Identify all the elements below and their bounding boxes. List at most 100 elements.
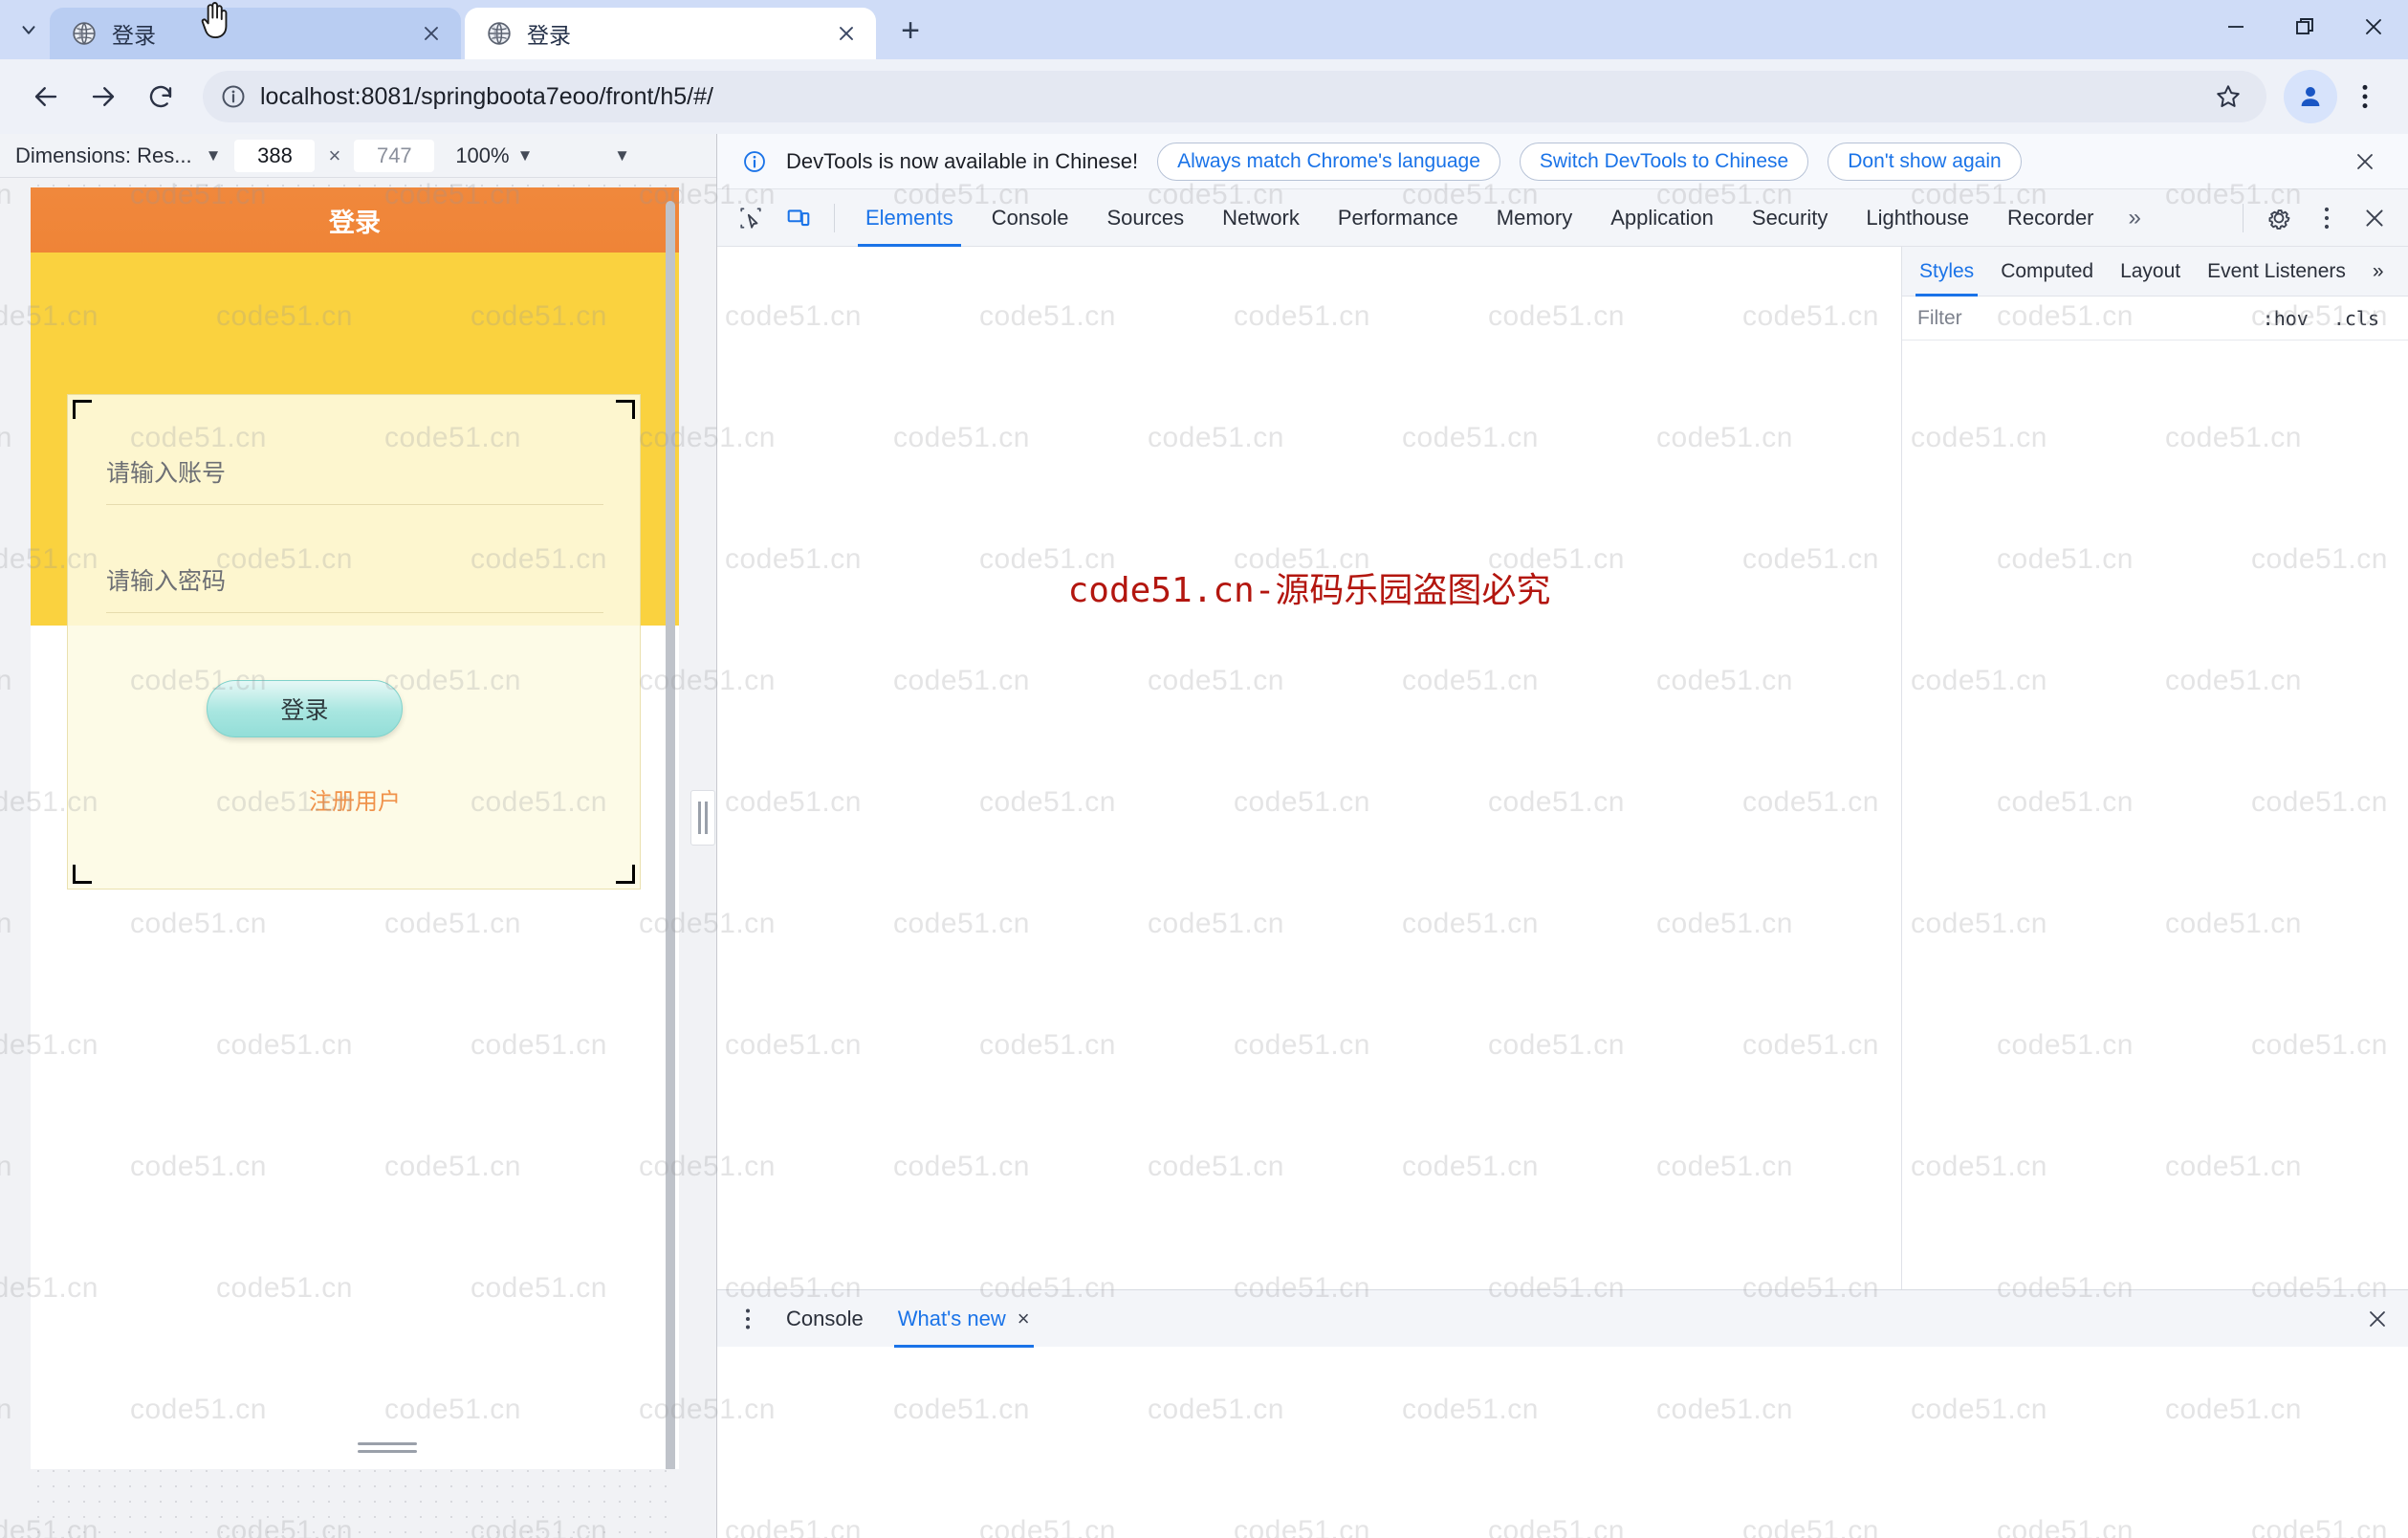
close-icon[interactable]: × xyxy=(1018,1307,1030,1331)
cls-button[interactable]: .cls xyxy=(2326,307,2387,330)
card-corner-decoration xyxy=(73,865,92,884)
minimize-icon[interactable] xyxy=(2201,0,2270,54)
device-toolbar-overflow-icon[interactable]: ▼ xyxy=(614,146,630,165)
switch-devtools-to-chinese-button[interactable]: Switch DevTools to Chinese xyxy=(1519,142,1809,181)
tab-application[interactable]: Application xyxy=(1591,189,1733,247)
main-content: Dimensions: Res... ▼ 388 × 747 100% ▼ ▼ … xyxy=(0,134,2408,1538)
tab-event-listeners[interactable]: Event Listeners xyxy=(2194,247,2359,297)
tab-security[interactable]: Security xyxy=(1733,189,1847,247)
register-user-link[interactable]: 注册用户 xyxy=(68,782,642,816)
styles-filter-row: Filter :hov .cls xyxy=(1902,297,2408,341)
tab-recorder[interactable]: Recorder xyxy=(1988,189,2112,247)
hov-button[interactable]: :hov xyxy=(2255,307,2316,330)
devtools-pane: DevTools is now available in Chinese! Al… xyxy=(717,134,2408,1538)
devtools-drawer-body xyxy=(717,1347,2408,1538)
address-bar[interactable]: localhost:8081/springboota7eoo/front/h5/… xyxy=(203,71,2266,122)
tab-strip: 登录 登录 + xyxy=(0,0,2201,59)
close-icon[interactable] xyxy=(2339,0,2408,54)
tab-title: 登录 xyxy=(527,23,571,48)
browser-window: 登录 登录 + localhost:8081/springboota7eoo/f… xyxy=(0,0,2408,1538)
device-resize-handle-bottom[interactable] xyxy=(358,1437,417,1458)
info-circle-icon[interactable] xyxy=(220,83,247,110)
tab-sources[interactable]: Sources xyxy=(1087,189,1203,247)
device-toolbar-icon[interactable] xyxy=(775,194,822,242)
device-emulation-toolbar: Dimensions: Res... ▼ 388 × 747 100% ▼ ▼ xyxy=(0,134,716,178)
login-form-card: 请输入账号 请输入密码 登录 注册用户 xyxy=(67,394,641,890)
browser-tab-1[interactable]: 登录 xyxy=(50,8,461,59)
device-viewport-wrapper: 登录 请输入账号 请输入密码 登录 注册用户 xyxy=(0,178,716,1538)
new-tab-button[interactable]: + xyxy=(887,8,933,54)
tab-memory[interactable]: Memory xyxy=(1478,189,1591,247)
tab-network[interactable]: Network xyxy=(1203,189,1319,247)
login-button[interactable]: 登录 xyxy=(207,680,403,737)
forward-arrow-icon[interactable] xyxy=(77,70,130,123)
drawer-tab-console[interactable]: Console xyxy=(769,1290,881,1348)
tab-styles[interactable]: Styles xyxy=(1906,247,1987,297)
always-match-language-button[interactable]: Always match Chrome's language xyxy=(1157,142,1500,181)
tab-lighthouse[interactable]: Lighthouse xyxy=(1847,189,1988,247)
globe-icon xyxy=(486,21,512,47)
account-input[interactable]: 请输入账号 xyxy=(106,454,603,505)
tab-title: 登录 xyxy=(112,23,156,48)
device-zoom-value: 100% xyxy=(455,143,510,167)
elements-dom-tree[interactable]: code51.cn-源码乐园盗图必究 xyxy=(717,247,1901,1289)
close-icon[interactable] xyxy=(830,17,863,50)
tab-console[interactable]: Console xyxy=(973,189,1088,247)
three-dot-menu-icon[interactable] xyxy=(2303,194,2351,242)
notice-message: DevTools is now available in Chinese! xyxy=(786,148,1139,173)
styles-filter-input[interactable]: Filter xyxy=(1917,307,2245,330)
page-scrollbar[interactable] xyxy=(666,201,675,1469)
chevron-down-icon: ▼ xyxy=(516,145,534,165)
card-corner-decoration xyxy=(616,400,635,419)
device-width-input[interactable]: 388 xyxy=(234,139,316,172)
image-watermark-text: code51.cn-源码乐园盗图必究 xyxy=(1067,571,1551,610)
chevron-down-icon[interactable]: ▼ xyxy=(206,146,222,165)
close-icon[interactable] xyxy=(2351,194,2398,242)
login-page-body: 请输入账号 请输入密码 登录 注册用户 xyxy=(31,253,679,1469)
card-corner-decoration xyxy=(616,865,635,884)
tab-search-icon[interactable] xyxy=(8,0,50,59)
styles-sidebar: Styles Computed Layout Event Listeners »… xyxy=(1901,247,2408,1289)
three-dot-menu-icon[interactable] xyxy=(727,1298,769,1340)
address-bar-url: localhost:8081/springboota7eoo/front/h5/… xyxy=(260,82,713,110)
devtools-language-notice: DevTools is now available in Chinese! Al… xyxy=(717,134,2408,189)
device-height-input[interactable]: 747 xyxy=(354,139,435,172)
gear-icon[interactable] xyxy=(2255,194,2303,242)
browser-tab-2[interactable]: 登录 xyxy=(465,8,876,59)
three-dot-menu-icon[interactable] xyxy=(2341,70,2389,123)
tab-performance[interactable]: Performance xyxy=(1319,189,1478,247)
password-input[interactable]: 请输入密码 xyxy=(106,562,603,613)
tabs-overflow-icon[interactable]: » xyxy=(2113,189,2156,247)
back-arrow-icon[interactable] xyxy=(19,70,73,123)
styles-sidebar-tabbar: Styles Computed Layout Event Listeners » xyxy=(1902,247,2408,297)
device-emulation-pane: Dimensions: Res... ▼ 388 × 747 100% ▼ ▼ … xyxy=(0,134,717,1538)
tab-elements[interactable]: Elements xyxy=(846,189,973,247)
device-viewport[interactable]: 登录 请输入账号 请输入密码 登录 注册用户 xyxy=(31,187,679,1469)
tab-layout[interactable]: Layout xyxy=(2107,247,2194,297)
close-icon[interactable] xyxy=(2347,143,2383,180)
inspect-element-icon[interactable] xyxy=(727,194,775,242)
styles-tabs-overflow-icon[interactable]: » xyxy=(2359,247,2397,297)
drawer-tab-whats-new[interactable]: What's new × xyxy=(881,1290,1047,1348)
maximize-icon[interactable] xyxy=(2270,0,2339,54)
reload-icon[interactable] xyxy=(134,70,187,123)
tab-computed[interactable]: Computed xyxy=(1987,247,2107,297)
toolbar-divider xyxy=(2243,203,2244,232)
close-icon[interactable] xyxy=(2356,1298,2398,1340)
devtools-body: code51.cn-源码乐园盗图必究 Styles Computed Layou… xyxy=(717,247,2408,1289)
mouse-cursor-icon xyxy=(196,0,234,40)
login-page-header: 登录 xyxy=(31,187,679,253)
profile-avatar[interactable] xyxy=(2284,70,2337,123)
globe-icon xyxy=(71,21,97,47)
star-icon[interactable] xyxy=(2207,76,2249,118)
devtools-drawer-tabbar: Console What's new × xyxy=(717,1289,2408,1348)
close-icon[interactable] xyxy=(415,17,448,50)
window-controls xyxy=(2201,0,2408,59)
device-zoom-select[interactable]: 100% ▼ xyxy=(455,143,533,168)
drawer-tab-label: What's new xyxy=(897,1306,1006,1330)
dont-show-again-button[interactable]: Don't show again xyxy=(1828,142,2022,181)
devtools-tabbar: Elements Console Sources Network Perform… xyxy=(717,189,2408,247)
card-corner-decoration xyxy=(73,400,92,419)
dimensions-label[interactable]: Dimensions: Res... xyxy=(15,143,192,168)
device-resize-handle-right[interactable] xyxy=(690,790,715,846)
